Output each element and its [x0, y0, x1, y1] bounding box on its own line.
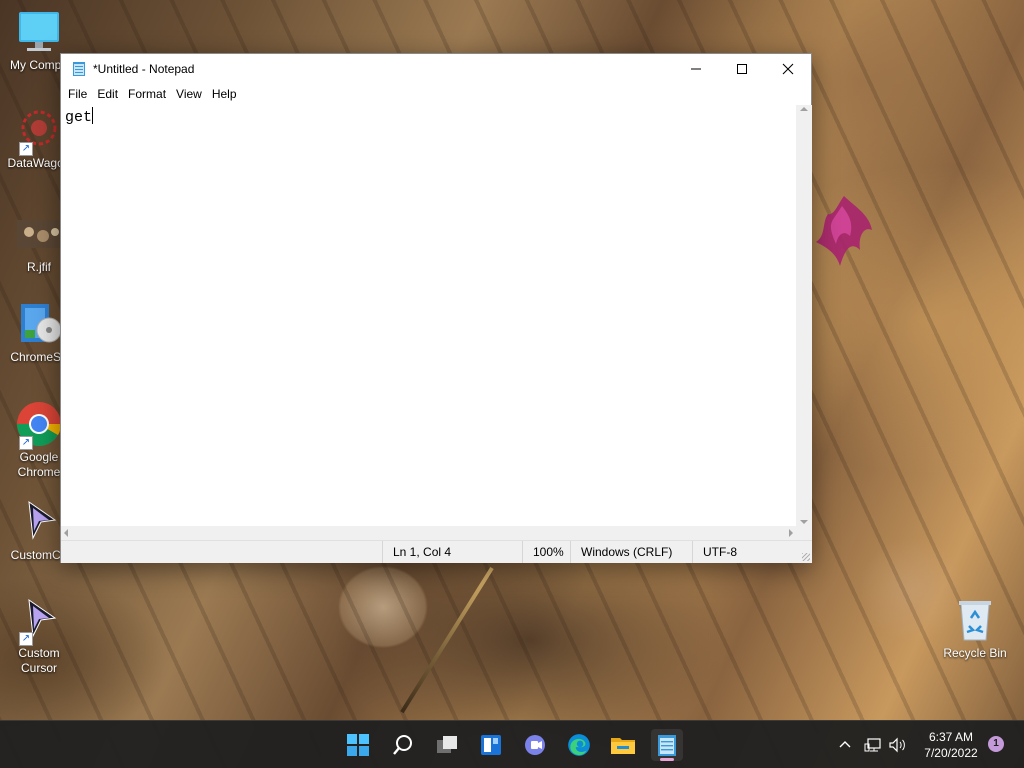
- status-zoom: 100%: [522, 541, 570, 563]
- scrollbar-corner: [796, 526, 812, 540]
- chat-button[interactable]: [519, 729, 551, 761]
- shortcut-arrow-icon: ↗: [19, 142, 33, 156]
- close-button[interactable]: [765, 54, 811, 83]
- image-file-icon: [15, 210, 63, 258]
- notepad-taskbar-button[interactable]: [651, 729, 683, 761]
- text-caret: [92, 107, 94, 124]
- file-explorer-button[interactable]: [607, 729, 639, 761]
- edge-icon: [568, 734, 590, 756]
- edge-button[interactable]: [563, 729, 595, 761]
- task-view-button[interactable]: [431, 729, 463, 761]
- widgets-icon: [481, 735, 501, 755]
- recycle-bin-icon: [951, 596, 999, 644]
- shortcut-arrow-icon: ↗: [19, 632, 33, 646]
- scroll-right-icon[interactable]: [789, 529, 793, 537]
- clock-time: 6:37 AM: [928, 730, 974, 744]
- notepad-app-icon: [71, 61, 87, 77]
- network-button[interactable]: [864, 721, 882, 768]
- start-icon: [347, 734, 369, 756]
- status-encoding: UTF-8: [692, 541, 796, 563]
- installer-icon: [15, 300, 63, 348]
- wallpaper-grass-blade: [400, 566, 494, 714]
- menu-bar: File Edit Format View Help: [61, 83, 811, 105]
- text-editor[interactable]: get: [61, 105, 796, 526]
- status-line-ending: Windows (CRLF): [570, 541, 692, 563]
- menu-file[interactable]: File: [63, 83, 92, 105]
- title-bar[interactable]: *Untitled - Notepad: [61, 54, 811, 83]
- status-cursor-position: Ln 1, Col 4: [382, 541, 522, 563]
- notification-badge[interactable]: 1: [988, 736, 1004, 752]
- horizontal-scrollbar[interactable]: [61, 526, 796, 540]
- desktop-icon-recycle-bin[interactable]: Recycle Bin: [936, 596, 1014, 661]
- minimize-button[interactable]: [673, 54, 719, 83]
- speaker-icon: [889, 737, 905, 753]
- custom-cursor-icon: ↗: [15, 596, 63, 646]
- clock-date: 7/20/2022: [924, 746, 978, 760]
- scroll-up-icon[interactable]: [800, 107, 808, 111]
- teams-chat-icon: [525, 735, 545, 755]
- active-app-indicator: [660, 758, 674, 761]
- search-icon: [393, 735, 412, 755]
- widgets-button[interactable]: [475, 729, 507, 761]
- editor-text: get: [65, 109, 93, 126]
- notepad-icon: [658, 735, 676, 756]
- notepad-window: *Untitled - Notepad File Edit Format Vie…: [60, 53, 812, 563]
- close-icon: [782, 63, 794, 74]
- window-title: *Untitled - Notepad: [93, 61, 195, 76]
- file-explorer-icon: [611, 738, 635, 754]
- custom-cursor-icon: [15, 498, 63, 546]
- show-hidden-icons-button[interactable]: [838, 721, 852, 768]
- menu-help[interactable]: Help: [207, 83, 242, 105]
- minimize-icon: [691, 68, 701, 69]
- menu-view[interactable]: View: [171, 83, 207, 105]
- desktop: { "desktop": { "icons": [ {"label": "My …: [0, 0, 1024, 768]
- chrome-icon: ↗: [15, 400, 63, 450]
- taskbar: 6:37 AM 7/20/2022: [0, 720, 1024, 768]
- resize-grip-icon[interactable]: [802, 553, 810, 561]
- computer-icon: [15, 8, 63, 56]
- scroll-down-icon[interactable]: [800, 520, 808, 524]
- vertical-scrollbar[interactable]: [796, 105, 812, 526]
- maximize-icon: [737, 63, 747, 74]
- wallpaper-flower: [816, 196, 872, 266]
- start-button[interactable]: [342, 729, 374, 761]
- status-bar: Ln 1, Col 4 100% Windows (CRLF) UTF-8: [61, 540, 812, 563]
- scroll-left-icon[interactable]: [64, 529, 68, 537]
- menu-format[interactable]: Format: [123, 83, 171, 105]
- menu-edit[interactable]: Edit: [92, 83, 123, 105]
- maximize-button[interactable]: [719, 54, 765, 83]
- network-icon: [864, 738, 881, 752]
- datawagon-icon: ↗: [15, 106, 63, 156]
- task-view-icon: [437, 736, 457, 753]
- clock[interactable]: 6:37 AM 7/20/2022: [912, 729, 990, 761]
- volume-button[interactable]: [888, 721, 908, 768]
- search-button[interactable]: [387, 729, 419, 761]
- shortcut-arrow-icon: ↗: [19, 436, 33, 450]
- chevron-up-icon: [839, 741, 851, 748]
- desktop-icon-customcursor-2[interactable]: ↗ Custom Cursor: [0, 596, 78, 676]
